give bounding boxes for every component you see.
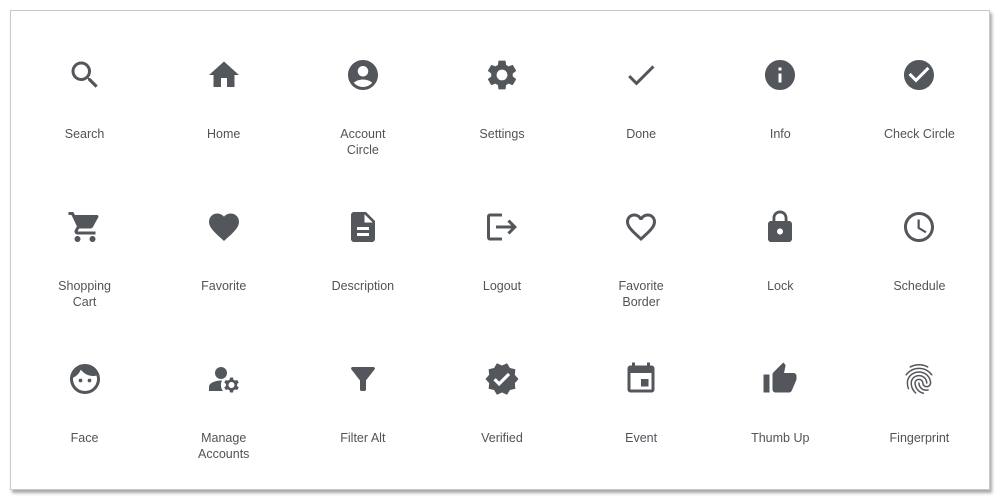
icon-label: Thumb Up	[751, 431, 810, 445]
icon-tile-shopping-cart[interactable]: Shopping Cart	[15, 163, 154, 315]
icon-label: Lock	[767, 279, 794, 293]
icon-tile-favorite-border[interactable]: Favorite Border	[572, 163, 711, 315]
icon-tile-favorite[interactable]: Favorite	[154, 163, 293, 315]
icon-label: Info	[769, 127, 791, 141]
verified-badge-icon	[482, 359, 522, 399]
lock-icon	[760, 207, 800, 247]
icon-tile-account-circle[interactable]: Account Circle	[293, 11, 432, 163]
checkmark-icon	[621, 55, 661, 95]
icon-label: Face	[70, 431, 99, 445]
icon-tile-filter-alt[interactable]: Filter Alt	[293, 315, 432, 467]
icon-label: Fingerprint	[889, 431, 950, 445]
icon-gallery-panel: Search Home Account Circle Settings Done	[10, 10, 990, 490]
icon-label: Favorite Border	[618, 279, 664, 309]
filter-icon	[343, 359, 383, 399]
icon-tile-manage-accounts[interactable]: Manage Accounts	[154, 315, 293, 467]
info-icon	[760, 55, 800, 95]
icon-tile-lock[interactable]: Lock	[711, 163, 850, 315]
icon-tile-verified[interactable]: Verified	[432, 315, 571, 467]
icon-tile-face[interactable]: Face	[15, 315, 154, 467]
icon-tile-settings[interactable]: Settings	[432, 11, 571, 163]
icon-label: Settings	[479, 127, 525, 141]
document-icon	[343, 207, 383, 247]
icon-label: Account Circle	[340, 127, 386, 157]
thumb-up-icon	[760, 359, 800, 399]
icon-tile-thumb-up[interactable]: Thumb Up	[711, 315, 850, 467]
check-circle-icon	[899, 55, 939, 95]
icon-label: Shopping Cart	[58, 279, 111, 309]
icon-tile-logout[interactable]: Logout	[432, 163, 571, 315]
icon-label: Check Circle	[883, 127, 955, 141]
logout-icon	[482, 207, 522, 247]
icon-grid: Search Home Account Circle Settings Done	[11, 11, 989, 489]
clock-icon	[899, 207, 939, 247]
icon-label: Done	[626, 127, 657, 141]
heart-outline-icon	[621, 207, 661, 247]
icon-tile-schedule[interactable]: Schedule	[850, 163, 989, 315]
gear-icon	[482, 55, 522, 95]
home-icon	[204, 55, 244, 95]
fingerprint-icon	[899, 359, 939, 399]
account-circle-icon	[343, 55, 383, 95]
icon-label: Logout	[482, 279, 522, 293]
icon-label: Manage Accounts	[198, 431, 250, 461]
shopping-cart-icon	[65, 207, 105, 247]
icon-tile-search[interactable]: Search	[15, 11, 154, 163]
icon-tile-description[interactable]: Description	[293, 163, 432, 315]
icon-label: Schedule	[893, 279, 946, 293]
heart-icon	[204, 207, 244, 247]
icon-label: Verified	[481, 431, 523, 445]
icon-tile-home[interactable]: Home	[154, 11, 293, 163]
icon-label: Description	[331, 279, 395, 293]
icon-label: Event	[625, 431, 658, 445]
icon-tile-fingerprint[interactable]: Fingerprint	[850, 315, 989, 467]
icon-label: Search	[64, 127, 105, 141]
icon-label: Favorite	[201, 279, 247, 293]
icon-label: Home	[207, 127, 241, 141]
icon-tile-done[interactable]: Done	[572, 11, 711, 163]
icon-label: Filter Alt	[340, 431, 386, 445]
icon-tile-check-circle[interactable]: Check Circle	[850, 11, 989, 163]
face-icon	[65, 359, 105, 399]
icon-tile-event[interactable]: Event	[572, 315, 711, 467]
icon-tile-info[interactable]: Info	[711, 11, 850, 163]
manage-accounts-icon	[204, 359, 244, 399]
search-icon	[65, 55, 105, 95]
calendar-event-icon	[621, 359, 661, 399]
